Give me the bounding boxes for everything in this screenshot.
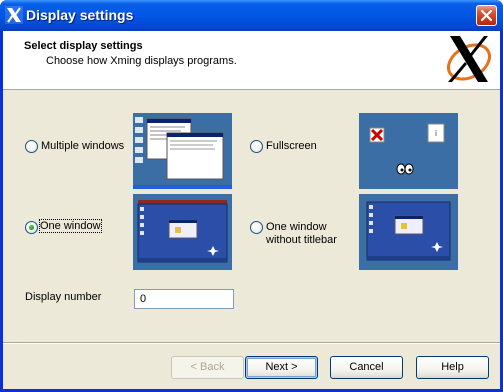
one-window-radio[interactable] [25, 221, 38, 234]
fullscreen-preview: i [359, 113, 458, 189]
svg-text:i: i [435, 129, 437, 138]
back-button[interactable]: < Back [171, 356, 244, 379]
cancel-button-label: Cancel [349, 361, 384, 373]
close-icon [480, 9, 493, 22]
help-button[interactable]: Help [416, 356, 489, 379]
title-bar[interactable]: Display settings [0, 0, 503, 31]
one-window-label[interactable]: One window [39, 219, 102, 233]
header-subtitle: Choose how Xming displays programs. [46, 55, 237, 67]
next-button-label: Next > [265, 361, 298, 373]
display-number-label: Display number [25, 291, 102, 303]
header-title: Select display settings [24, 40, 143, 52]
fullscreen-label[interactable]: Fullscreen [266, 140, 317, 152]
multiple-windows-preview-image [133, 113, 232, 189]
one-window-no-titlebar-label-line1[interactable]: One window [266, 221, 327, 233]
wizard-header: Select display settings Choose how Xming… [3, 31, 500, 90]
one-window-preview-image [133, 194, 232, 270]
multiple-windows-radio[interactable] [25, 140, 38, 153]
one-window-no-titlebar-label-line2[interactable]: without titlebar [266, 234, 337, 246]
multiple-windows-preview [133, 113, 232, 189]
xming-app-icon [5, 6, 23, 24]
one-window-no-titlebar-preview [359, 194, 458, 270]
display-number-input[interactable]: 0 [134, 289, 234, 309]
one-window-no-titlebar-radio[interactable] [250, 221, 263, 234]
multiple-windows-label[interactable]: Multiple windows [41, 140, 124, 152]
cancel-button[interactable]: Cancel [330, 356, 403, 379]
help-button-label: Help [441, 361, 464, 373]
xming-logo-icon [447, 36, 491, 82]
dialog-client-area: Select display settings Choose how Xming… [3, 31, 500, 389]
back-button-label: < Back [190, 361, 225, 373]
dialog-window: Display settings Select display settings… [0, 0, 503, 392]
button-separator [3, 342, 500, 344]
window-title: Display settings [26, 7, 134, 23]
next-button[interactable]: Next > [245, 356, 318, 379]
one-window-preview [133, 194, 232, 270]
close-button[interactable] [476, 5, 497, 26]
one-window-no-titlebar-preview-image [359, 194, 458, 270]
fullscreen-preview-image: i [359, 113, 458, 189]
fullscreen-radio[interactable] [250, 140, 263, 153]
